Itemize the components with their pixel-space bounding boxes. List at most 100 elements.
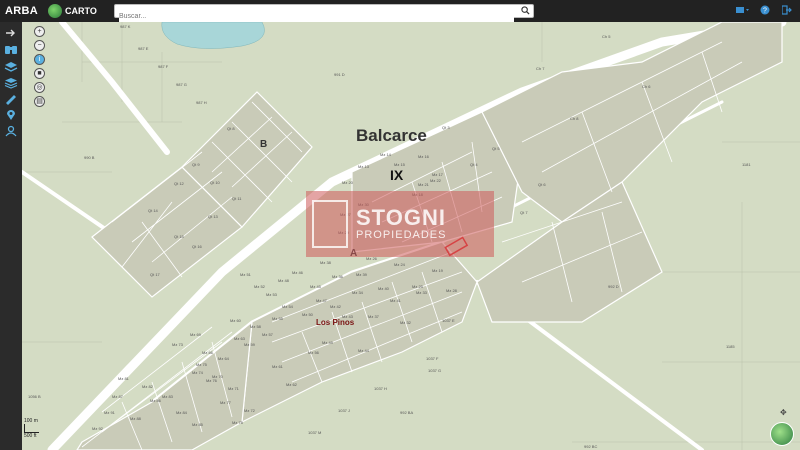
sidebar-item-search-parcel[interactable]: [3, 42, 19, 56]
stack-icon: [4, 78, 18, 89]
sidebar-item-layers[interactable]: [3, 60, 19, 74]
watermark-text: STOGNI PROPIEDADES: [356, 207, 447, 242]
parcel-label: Mz 50: [302, 312, 313, 317]
parcel-label: Mz 14: [380, 152, 391, 157]
section-roman-label: IX: [390, 167, 404, 183]
sidebar-item-layers-stack[interactable]: [3, 76, 19, 90]
parcel-label: Mz 76: [206, 378, 217, 383]
parcel-label: Mz 48: [278, 278, 289, 283]
extent-button[interactable]: ◎: [34, 82, 45, 93]
parcel-label: Mz 37: [368, 314, 379, 319]
print-button[interactable]: ▤: [34, 96, 45, 107]
parcel-label: Qt 14: [148, 208, 158, 213]
parcel-label: Mz 81: [118, 376, 129, 381]
arrow-right-icon: [6, 29, 15, 37]
parcel-label: Qt 17: [150, 272, 160, 277]
parcel-label: Mz 57: [262, 332, 273, 337]
parcel-label: Qt 7: [520, 210, 528, 215]
parcel-label: Mz 86: [150, 398, 161, 403]
parcel-label: Mz 62: [286, 382, 297, 387]
parcel-label: Mz 92: [92, 426, 103, 431]
carto-globe-icon: [47, 4, 62, 18]
parcel-label: Mz 54: [282, 304, 293, 309]
parcel-label: Mz 36: [332, 274, 343, 279]
watermark-small: PROPIEDADES: [356, 229, 447, 241]
parcel-label: Mz 33: [416, 290, 427, 295]
parcel-label: Mz 71: [228, 386, 239, 391]
parcel-label: Mz 44: [358, 348, 369, 353]
search-bar[interactable]: [114, 4, 534, 23]
globe-icon[interactable]: [770, 422, 794, 446]
parcel-label: Mz 22: [430, 178, 441, 183]
help-button[interactable]: ?: [758, 4, 772, 16]
parcel-label: Qt 3: [442, 125, 450, 130]
parcel-label: Mz 64: [218, 356, 229, 361]
logout-button[interactable]: [780, 4, 794, 16]
parcel-label: 992 BC: [584, 444, 598, 449]
parcel-label: Mz 42: [330, 304, 341, 309]
parcel-label: 990 B: [84, 155, 95, 160]
parcel-label: Mz 78: [232, 420, 243, 425]
parcel-label: Mz 32: [400, 320, 411, 325]
sidebar-item-user[interactable]: [3, 124, 19, 138]
parcel-label: Mz 63: [234, 336, 245, 341]
ruler-icon: [6, 95, 16, 105]
parcel-label: 1037 H: [374, 386, 387, 391]
parcel-label: Mz 53: [266, 292, 277, 297]
top-right-tools: ?: [736, 4, 794, 16]
search-icon[interactable]: [521, 6, 530, 15]
parcel-label: 991 D: [334, 72, 345, 77]
zoom-out-button[interactable]: −: [34, 40, 45, 51]
parcel-label: Mz 88: [130, 416, 141, 421]
parcel-label: 1037 E: [442, 318, 455, 323]
parcel-label: Mz 20: [342, 180, 353, 185]
carto-logo[interactable]: CARTO: [47, 4, 97, 18]
scale-bar: 100 m 500 ft: [24, 418, 39, 439]
parcel-label: Mz 34: [352, 290, 363, 295]
parcel-label: Mz 69: [190, 332, 201, 337]
parcel-label: Qt 9: [192, 162, 200, 167]
info-button[interactable]: i: [34, 54, 45, 65]
parcel-label: 987 G: [176, 82, 187, 87]
zoom-in-button[interactable]: +: [34, 26, 45, 37]
parcel-label: Mz 87: [112, 394, 123, 399]
search-input[interactable]: [119, 10, 514, 23]
parcel-label: 1037 M: [308, 430, 322, 435]
parcel-label: Mz 85: [192, 422, 203, 427]
scale-line: [24, 424, 39, 433]
parcel-label: Qt 6: [538, 182, 546, 187]
parcel-label: Mz 16: [418, 154, 429, 159]
parcel-label: Mz 49: [322, 340, 333, 345]
town-label: Balcarce: [356, 126, 427, 145]
parcel-label: Mz 24: [394, 262, 405, 267]
parcel-label: Mz 19: [432, 268, 443, 273]
arba-logo[interactable]: ARBA: [5, 5, 38, 17]
parcel-label: Qt 4: [470, 162, 478, 167]
top-bar: ARBA CARTO ?: [0, 0, 800, 23]
select-tool-button[interactable]: ■: [34, 68, 45, 79]
basemap-icon: [736, 7, 749, 13]
parcel-label: Qt 13: [208, 214, 218, 219]
collapse-toggle[interactable]: [3, 26, 19, 40]
help-icon: ?: [760, 5, 770, 15]
parcel-label: Ch 5: [602, 34, 611, 39]
parcel-label: Ch 6: [642, 84, 651, 89]
sidebar-item-location[interactable]: [3, 108, 19, 122]
parcel-label: Mz 17: [432, 172, 443, 177]
parcel-label: Mz 66: [202, 350, 213, 355]
compass-icon[interactable]: ✥: [780, 408, 790, 418]
sidebar-item-measure[interactable]: [3, 92, 19, 106]
parcel-label: Qt 5: [492, 146, 500, 151]
parcel-label: Qt 10: [210, 180, 220, 185]
parcel-label: Mz 61: [272, 364, 283, 369]
basemap-selector[interactable]: [736, 4, 750, 16]
parcel-label: Mz 52: [254, 284, 265, 289]
parcel-label: 1037 G: [428, 368, 442, 373]
parcel-label: 987 E: [138, 46, 149, 51]
parcel-label: 987 F: [158, 64, 169, 69]
parcel-label: Mz 21: [418, 182, 429, 187]
parcel-label: 992 BA: [400, 410, 414, 415]
watermark-logo-icon: [312, 200, 348, 248]
parcel-label: 1056 B: [28, 394, 41, 399]
parcel-label: Mz 91: [104, 410, 115, 415]
